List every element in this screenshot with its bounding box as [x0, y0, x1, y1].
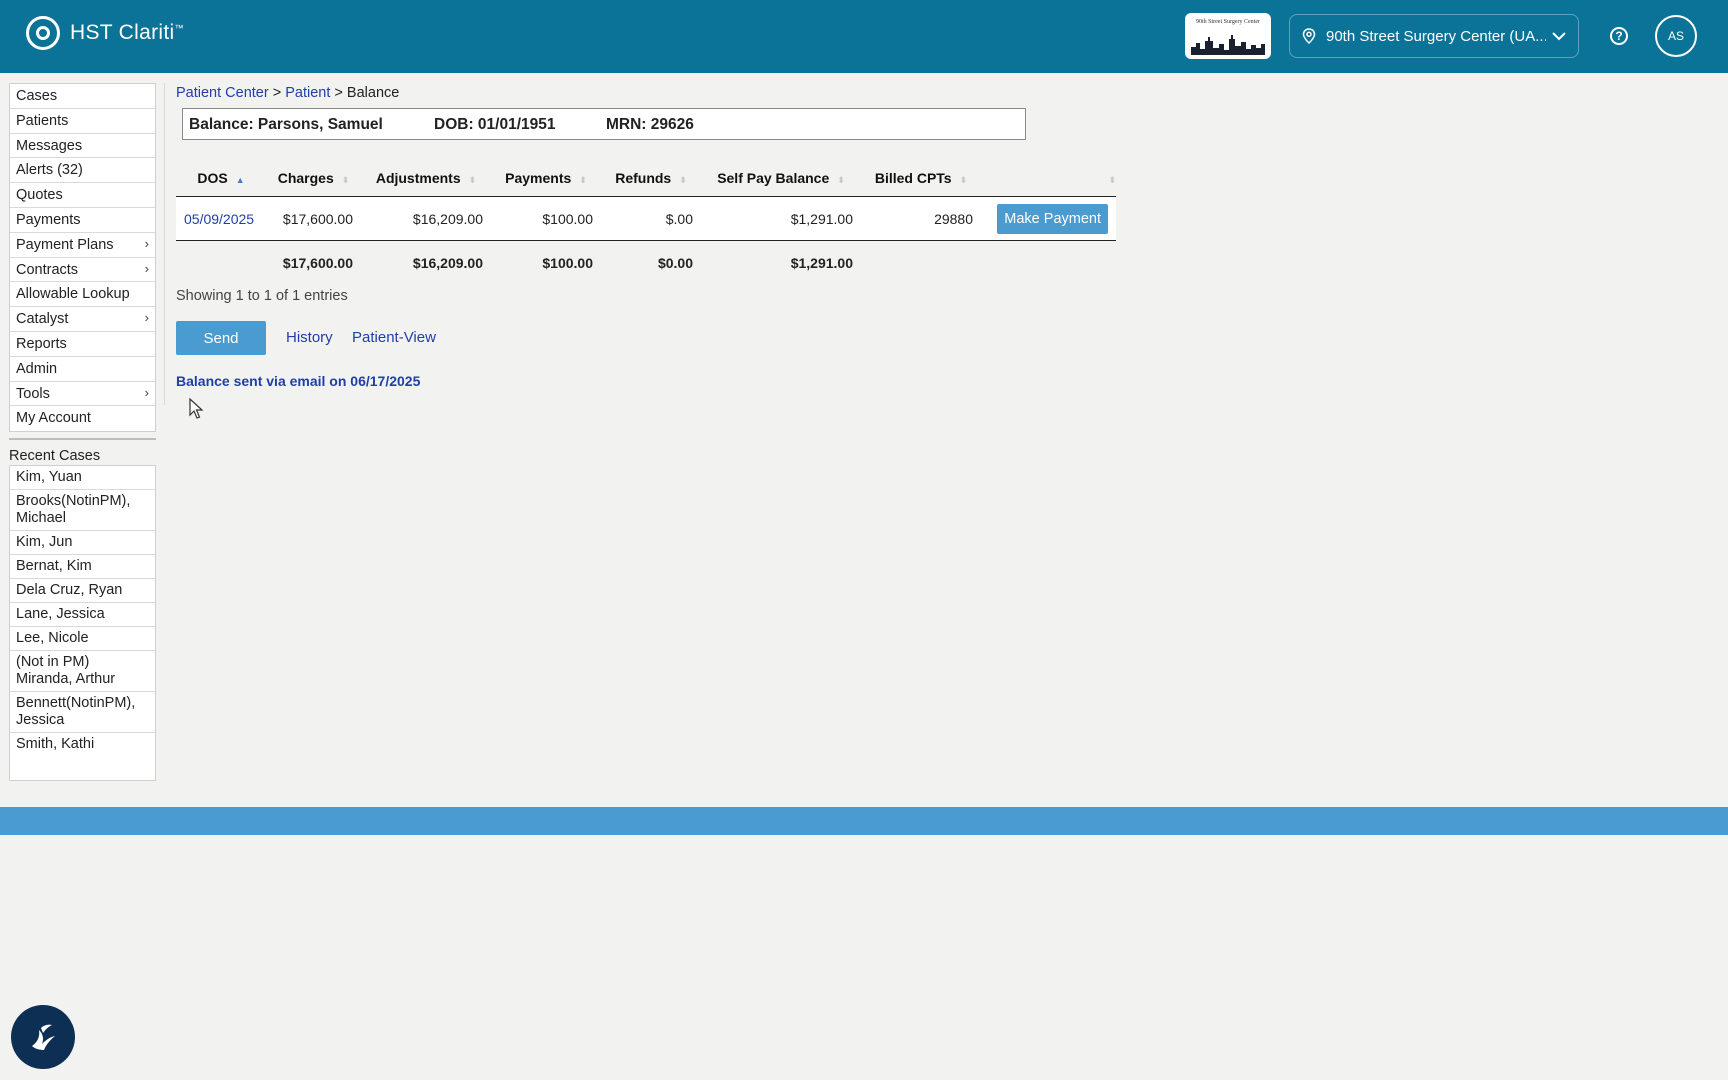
sidebar-item-tools[interactable]: Tools › [10, 382, 155, 407]
chevron-right-icon: › [144, 310, 149, 326]
send-button[interactable]: Send [176, 321, 266, 355]
user-avatar[interactable]: AS [1655, 15, 1697, 57]
total-payments: $100.00 [542, 254, 593, 271]
sort-icon: ⬍ [959, 175, 968, 185]
column-header-refunds[interactable]: Refunds ⬍ [601, 160, 701, 197]
column-header-actions[interactable]: ⬍ [981, 160, 1116, 197]
sidebar-item-payments[interactable]: Payments [10, 208, 155, 233]
sidebar-item-reports[interactable]: Reports [10, 332, 155, 357]
sidebar-item-messages[interactable]: Messages [10, 134, 155, 159]
total-self-pay-balance: $1,291.00 [790, 254, 853, 271]
top-header: HST Clariti™ 90th Street Surgery Center … [0, 0, 1728, 73]
assistant-launcher-button[interactable] [11, 1005, 75, 1069]
column-header-charges[interactable]: Charges ⬍ [266, 160, 361, 197]
make-payment-button[interactable]: Make Payment [997, 203, 1108, 234]
cell-refunds: $.00 [601, 196, 701, 241]
patient-dob: DOB: 01/01/1951 [434, 116, 556, 133]
facility-logo: 90th Street Surgery Center [1185, 13, 1271, 59]
recent-case-item[interactable]: (Not in PM) Miranda, Arthur [10, 651, 155, 692]
location-label: 90th Street Surgery Center (UA... [1326, 27, 1546, 45]
sidebar-item-patients[interactable]: Patients [10, 109, 155, 134]
total-adjustments: $16,209.00 [412, 254, 483, 271]
recent-cases-list: Kim, Yuan Brooks(NotinPM), Michael Kim, … [9, 465, 156, 781]
sort-icon: ⬍ [341, 175, 350, 185]
brand-name: HST Clariti [70, 21, 175, 44]
total-refunds: $0.00 [657, 254, 693, 271]
skyline-icon [1191, 35, 1265, 55]
sidebar-item-my-account[interactable]: My Account [10, 406, 155, 431]
recent-case-item[interactable]: Brooks(NotinPM), Michael [10, 490, 155, 531]
location-selector[interactable]: 90th Street Surgery Center (UA... [1289, 14, 1579, 58]
recent-case-item[interactable]: Smith, Kathi [10, 733, 155, 756]
column-header-payments[interactable]: Payments ⬍ [491, 160, 601, 197]
chevron-down-icon [1552, 32, 1566, 41]
sidebar-item-contracts[interactable]: Contracts › [10, 258, 155, 283]
cell-billed-cpts: 29880 [861, 196, 981, 241]
total-charges: $17,600.00 [282, 254, 353, 271]
patient-mrn: MRN: 29626 [606, 116, 694, 133]
history-link[interactable]: History [286, 329, 333, 346]
patient-name: Balance: Parsons, Samuel [189, 116, 383, 133]
sidebar-item-cases[interactable]: Cases [10, 84, 155, 109]
recent-case-item[interactable]: Lane, Jessica [10, 603, 155, 627]
trademark: ™ [174, 23, 184, 33]
chevron-right-icon: › [144, 235, 149, 251]
patient-header: Balance: Parsons, Samuel DOB: 01/01/1951… [182, 108, 1026, 140]
breadcrumb-patient-center[interactable]: Patient Center [176, 85, 269, 101]
mouse-cursor-icon [189, 398, 204, 419]
clariti-logo-icon [26, 16, 60, 50]
status-message: Balance sent via email on 06/17/2025 [176, 373, 421, 389]
recent-case-item[interactable]: Kim, Yuan [10, 466, 155, 490]
sidebar-item-payment-plans[interactable]: Payment Plans › [10, 233, 155, 258]
bird-logo-icon [32, 1024, 55, 1050]
cell-charges: $17,600.00 [266, 196, 361, 241]
map-pin-icon [1302, 28, 1316, 44]
balance-table: DOS ▲ Charges ⬍ Adjustments ⬍ Payments ⬍ Ref… [176, 160, 1116, 284]
recent-case-item[interactable]: Bernat, Kim [10, 555, 155, 579]
sort-icon: ⬍ [579, 175, 587, 185]
breadcrumb-patient[interactable]: Patient [285, 85, 330, 101]
column-header-adjustments[interactable]: Adjustments ⬍ [361, 160, 491, 197]
sidebar-item-allowable-lookup[interactable]: Allowable Lookup [10, 282, 155, 308]
sidebar-item-alerts[interactable]: Alerts (32) [10, 158, 155, 184]
column-header-dos[interactable]: DOS ▲ [176, 160, 266, 197]
table-row: 05/09/2025 $17,600.00 $16,209.00 $100.00… [176, 196, 1116, 241]
cell-adjustments: $16,209.00 [361, 196, 491, 241]
help-icon[interactable]: ? [1610, 27, 1628, 45]
sort-icon: ⬍ [837, 175, 845, 185]
totals-row: $17,600.00 $16,209.00 $100.00 $0.00 $1,2… [176, 241, 1116, 285]
sidebar-item-admin[interactable]: Admin [10, 357, 155, 382]
recent-case-item[interactable]: Lee, Nicole [10, 627, 155, 651]
breadcrumb: Patient Center > Patient > Balance [176, 85, 400, 101]
cell-self-pay-balance: $1,291.00 [701, 196, 861, 241]
sidebar-item-catalyst[interactable]: Catalyst › [10, 307, 155, 332]
recent-cases-title: Recent Cases [9, 438, 156, 464]
cell-payments: $100.00 [491, 196, 601, 241]
footer-band [0, 807, 1728, 835]
entries-info: Showing 1 to 1 of 1 entries [176, 288, 348, 304]
sidebar-item-quotes[interactable]: Quotes [10, 183, 155, 208]
recent-case-item[interactable]: Kim, Jun [10, 531, 155, 555]
sidebar-nav: Cases Patients Messages Alerts (32) Quot… [9, 83, 156, 433]
app-logo[interactable]: HST Clariti™ [26, 16, 184, 50]
column-header-self-pay-balance[interactable]: Self Pay Balance ⬍ [701, 160, 861, 197]
sidebar-divider [164, 83, 165, 405]
recent-case-item[interactable]: Dela Cruz, Ryan [10, 579, 155, 603]
sort-asc-icon: ▲ [235, 175, 245, 185]
dos-link[interactable]: 05/09/2025 [184, 211, 254, 227]
recent-case-item[interactable]: Bennett(NotinPM), Jessica [10, 692, 155, 733]
chevron-right-icon: › [144, 384, 149, 400]
column-header-billed-cpts[interactable]: Billed CPTs ⬍ [861, 160, 981, 197]
sort-icon: ⬍ [679, 175, 687, 185]
breadcrumb-current: Balance [346, 85, 400, 101]
sort-icon: ⬍ [1108, 175, 1116, 185]
patient-view-link[interactable]: Patient-View [352, 329, 436, 346]
chevron-right-icon: › [144, 260, 149, 276]
sort-icon: ⬍ [468, 175, 477, 185]
